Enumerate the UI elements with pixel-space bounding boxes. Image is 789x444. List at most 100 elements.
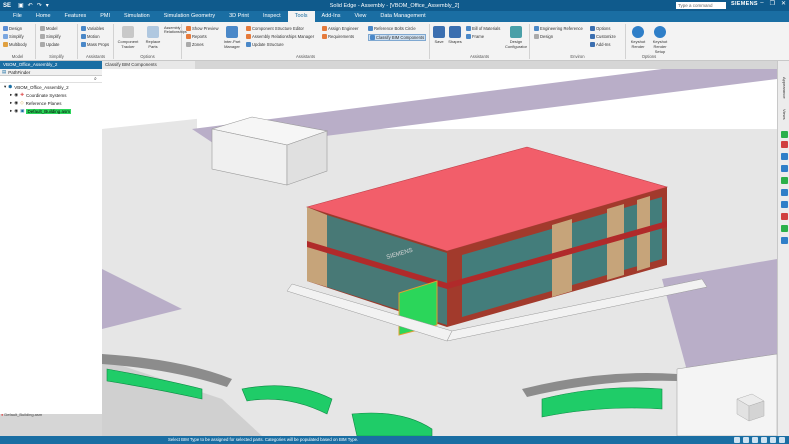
- reference-bolts-circle-button[interactable]: Reference Bolts Circle: [368, 26, 416, 31]
- tree-item-reference-planes[interactable]: ▸ ◉ ◇ Reference Planes: [0, 99, 102, 107]
- document-tab[interactable]: VBOM_Office_Assembly_2: [0, 61, 102, 69]
- show-preview-button[interactable]: Show Preview: [186, 26, 219, 31]
- warning-icon: ●: [1, 412, 4, 417]
- assign-engineer-button[interactable]: Assign Engineer: [322, 26, 359, 31]
- close-icon[interactable]: ✕: [781, 0, 786, 7]
- pan-icon[interactable]: [752, 437, 758, 443]
- camera-icon[interactable]: [781, 189, 788, 196]
- engineering-reference-icon: [534, 26, 539, 31]
- keyshot-render-button[interactable]: Keyshot Render: [628, 26, 648, 49]
- tree-item-root[interactable]: ▾ ⬢ VBOM_Office_Assembly_2: [0, 83, 102, 91]
- section-icon[interactable]: [781, 165, 788, 172]
- mass-props-button[interactable]: Mass Props: [81, 42, 109, 47]
- expand-icon[interactable]: ▾: [4, 84, 6, 90]
- design-environ-button[interactable]: Design: [534, 34, 553, 39]
- tab-simulation[interactable]: Simulation: [117, 11, 157, 22]
- rotate-icon[interactable]: [761, 437, 767, 443]
- shapes-button[interactable]: Shapes: [448, 26, 462, 44]
- bill-of-materials-button[interactable]: Bill of Materials: [466, 26, 500, 31]
- visibility-icon[interactable]: ◉: [14, 100, 18, 106]
- inter-part-manager-button[interactable]: Inter-Part Manager: [222, 26, 242, 49]
- mass-props-icon: [81, 42, 86, 47]
- group-label: Assistants: [469, 54, 490, 59]
- restore-icon[interactable]: ❐: [770, 0, 775, 7]
- style-icon[interactable]: [779, 437, 785, 443]
- classify-bim-icon: [370, 35, 375, 40]
- visibility-icon[interactable]: ◉: [14, 92, 18, 98]
- measure-icon[interactable]: [781, 213, 788, 220]
- tree-item-default-building[interactable]: ▸ ◉ ▣ Default_Building.asm: [0, 107, 102, 115]
- search-icon[interactable]: ⌕: [94, 76, 97, 82]
- options-button[interactable]: Options: [590, 26, 610, 31]
- layer-icon[interactable]: [781, 177, 788, 184]
- tab-data-management[interactable]: Data Management: [373, 11, 432, 22]
- minimize-icon[interactable]: –: [760, 0, 763, 7]
- display-icon[interactable]: [781, 237, 788, 244]
- classify-panel-tab[interactable]: Classify BIM Components: [102, 61, 195, 69]
- model-button[interactable]: Model: [40, 26, 57, 31]
- component-tracker-icon: [122, 26, 134, 38]
- engineering-reference-button[interactable]: Engineering Reference: [534, 26, 583, 31]
- expand-icon[interactable]: ▸: [10, 100, 12, 106]
- tab-pmi[interactable]: PMI: [93, 11, 117, 22]
- render-icon[interactable]: [781, 131, 788, 138]
- requirements-button[interactable]: Requirements: [322, 34, 354, 39]
- tree-item-coordinate-systems[interactable]: ▸ ◉ ✚ Coordinate Systems: [0, 91, 102, 99]
- multibody-icon: [3, 42, 8, 47]
- lights-icon[interactable]: [781, 201, 788, 208]
- graphics-viewport[interactable]: SIEMENS: [102, 69, 777, 436]
- replace-parts-button[interactable]: Replace Parts: [142, 26, 164, 49]
- simplify-assembly-icon: [40, 34, 45, 39]
- ribbon-tabs: File Home Features PMI Simulation Simula…: [0, 11, 789, 22]
- keyshot-render-setup-button[interactable]: Keyshot Render Setup: [650, 26, 670, 54]
- zoom-icon[interactable]: [734, 437, 740, 443]
- visibility-icon[interactable]: ◉: [14, 108, 18, 114]
- classify-bim-components-button[interactable]: Classify BIM Components: [368, 34, 427, 41]
- motion-button[interactable]: Motion: [81, 34, 100, 39]
- tab-features[interactable]: Features: [58, 11, 94, 22]
- tab-add-ins[interactable]: Add-Ins: [315, 11, 348, 22]
- tab-home[interactable]: Home: [29, 11, 58, 22]
- assembly-relationships-button[interactable]: Assembly Relationships: [164, 26, 187, 34]
- inter-part-manager-icon: [226, 26, 238, 38]
- component-structure-editor-button[interactable]: Component Structure Editor: [246, 26, 304, 31]
- multibody-button[interactable]: Multibody: [3, 42, 27, 47]
- frame-button[interactable]: Frame: [466, 34, 484, 39]
- save-assistant-button[interactable]: Save: [432, 26, 446, 44]
- group-label: Options: [140, 54, 155, 59]
- ribbon-group-assistants-1: Variables Motion Mass Props Assistants: [78, 24, 114, 59]
- command-search-input[interactable]: Type a command: [676, 2, 726, 9]
- customize-button[interactable]: Customize: [590, 34, 616, 39]
- tab-inspect[interactable]: Inspect: [256, 11, 288, 22]
- tab-tools[interactable]: Tools: [287, 11, 315, 22]
- highlight-icon[interactable]: [781, 141, 788, 148]
- component-tracker-button[interactable]: Component Tracker: [117, 26, 139, 49]
- update-structure-button[interactable]: Update Structure: [246, 42, 284, 47]
- simplify-button[interactable]: Simplify: [3, 34, 24, 39]
- tab-simulation-geometry[interactable]: Simulation Geometry: [157, 11, 222, 22]
- assembly-relationships-manager-button[interactable]: Assembly Relationships Manager: [246, 34, 314, 39]
- reference-plane-icon: ◇: [20, 100, 24, 105]
- zones-button[interactable]: Zones: [186, 42, 204, 47]
- simplify-assembly-button[interactable]: Simplify: [40, 34, 61, 39]
- views-tab[interactable]: Views: [782, 109, 787, 120]
- update-button[interactable]: Update: [40, 42, 60, 47]
- pathfinder-header: ▤ PathFinder: [0, 69, 102, 76]
- appearance-tab[interactable]: Appearance: [782, 77, 787, 99]
- fit-icon[interactable]: [743, 437, 749, 443]
- design-configurator-button[interactable]: Design Configurator: [505, 26, 527, 49]
- reports-button[interactable]: Reports: [186, 34, 207, 39]
- view-icon[interactable]: [781, 153, 788, 160]
- expand-icon[interactable]: ▸: [10, 108, 12, 114]
- pathfinder-bottom-item[interactable]: ● Default_Building.asm: [1, 412, 42, 417]
- variables-button[interactable]: Variables: [81, 26, 104, 31]
- add-ins-button[interactable]: Add-Ins: [590, 42, 610, 47]
- tab-3d-print[interactable]: 3D Print: [222, 11, 256, 22]
- tab-file[interactable]: File: [6, 11, 29, 22]
- show-preview-icon: [186, 26, 191, 31]
- tab-view[interactable]: View: [348, 11, 374, 22]
- expand-icon[interactable]: ▸: [10, 92, 12, 98]
- grid-icon[interactable]: [781, 225, 788, 232]
- look-at-icon[interactable]: [770, 437, 776, 443]
- design-button[interactable]: Design: [3, 26, 22, 31]
